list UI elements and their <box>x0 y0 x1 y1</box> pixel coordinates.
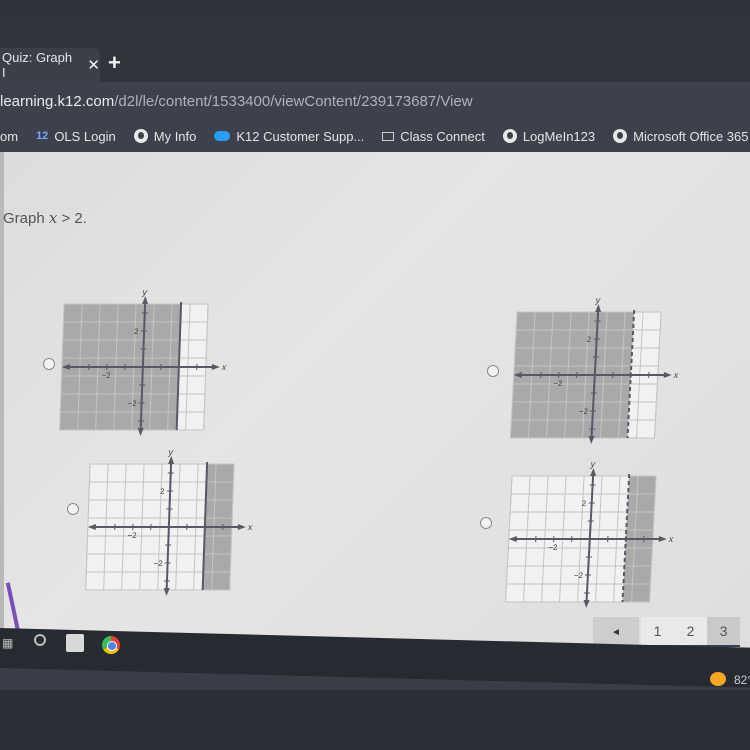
bookmark-ols-login[interactable]: 12 OLS Login <box>36 129 116 144</box>
previous-page-button[interactable]: ◄ <box>593 617 639 647</box>
monitor-bezel <box>0 690 750 750</box>
x-axis-label: x <box>221 362 227 372</box>
y-axis-arrow-down <box>588 436 595 444</box>
option-a-graph[interactable]: x y −2 2 −2 <box>55 290 232 436</box>
weather-icon[interactable] <box>710 672 726 686</box>
inequality-graph-svg: xy−22−2 <box>509 298 680 444</box>
x-tick-label: −2 <box>553 379 563 388</box>
y-tick-label: −2 <box>574 571 584 580</box>
option-d-radio[interactable] <box>480 517 492 529</box>
new-tab-button[interactable]: + <box>108 50 121 76</box>
x-axis-arrow <box>658 536 667 542</box>
y-axis-arrow-down <box>137 428 144 436</box>
bookmark-microsoft-office-365[interactable]: Microsoft Office 365 <box>613 129 748 144</box>
x-tick-label: −2 <box>101 371 111 380</box>
chrome-icon[interactable] <box>102 636 120 654</box>
bookmark-home[interactable]: om <box>0 129 18 144</box>
cloud-icon <box>214 131 231 141</box>
option-d-graph[interactable]: x y −2 2 −2 <box>501 462 681 608</box>
option-b-graph[interactable]: x y −2 2 −2 <box>506 298 686 444</box>
y-tick-label: −2 <box>127 399 137 408</box>
x-tick-label: −2 <box>127 531 137 540</box>
bookmark-label: My Info <box>153 128 197 144</box>
option-a-radio[interactable] <box>43 358 55 370</box>
address-bar[interactable]: learning.k12.com/d2l/le/content/1533400/… <box>0 82 750 120</box>
y-axis-label: y <box>594 298 601 305</box>
windows-start-icon[interactable]: ▦ <box>2 636 13 650</box>
camera-icon <box>382 131 395 141</box>
bookmark-label: LogMeIn123 <box>522 128 596 144</box>
bookmark-label: OLS Login <box>54 128 116 144</box>
y-axis-arrow <box>168 456 175 464</box>
search-icon[interactable] <box>34 634 46 646</box>
bookmark-label: om <box>0 128 19 144</box>
bookmark-my-info[interactable]: My Info <box>133 128 197 144</box>
bookmark-label: Microsoft Office 365 <box>633 128 749 144</box>
globe-icon <box>613 129 628 143</box>
tab-title: Quiz: Graph I <box>2 50 73 80</box>
screen: Quiz: Graph I ✕ + learning.k12.com/d2l/l… <box>0 0 750 750</box>
option-c-graph[interactable]: x y −2 2 −2 <box>81 450 258 596</box>
url-host: learning.k12.com <box>0 92 115 110</box>
bookmark-k12-customer-support[interactable]: K12 Customer Supp... <box>214 129 364 144</box>
question-pager: ◄ 1 2 3 <box>593 617 740 647</box>
page-3-button[interactable]: 3 <box>707 617 740 645</box>
y-axis-arrow <box>595 304 602 312</box>
x-axis-label: x <box>668 534 675 544</box>
weather-temperature: 82° <box>734 673 750 687</box>
quiz-page: Graph x > 2. x y −2 2 −2 x y −2 2 −2 x y −2 2 −2 x y −… <box>0 152 750 652</box>
url-path: /d2l/le/content/1533400/viewContent/2391… <box>114 92 473 110</box>
globe-icon <box>133 129 148 143</box>
y-axis-arrow <box>590 468 597 476</box>
page-list: 1 2 3 <box>641 617 740 647</box>
bookmark-logmein123[interactable]: LogMeIn123 <box>502 128 596 144</box>
option-b-radio[interactable] <box>487 365 499 377</box>
bookmark-class-connect[interactable]: Class Connect <box>382 129 485 144</box>
browser-tab[interactable]: Quiz: Graph I ✕ <box>0 48 100 82</box>
y-tick-label: −2 <box>579 407 589 416</box>
bookmark-label: K12 Customer Supp... <box>236 128 365 144</box>
option-c-radio[interactable] <box>67 503 79 515</box>
question-text: Graph x > 2. <box>3 209 87 227</box>
x-axis-label: x <box>673 370 680 380</box>
question-prefix: Graph <box>3 210 49 227</box>
left-nav-edge <box>0 152 4 652</box>
inequality-graph-svg: xy−22−2 <box>59 290 227 436</box>
x-axis-arrow <box>663 372 672 378</box>
k12-icon: 12 <box>36 130 49 142</box>
y-axis-arrow-down <box>583 600 590 608</box>
x-tick-label: −2 <box>548 543 558 552</box>
y-axis-label: y <box>589 462 596 469</box>
x-axis-arrow <box>211 364 220 370</box>
y-axis-label: y <box>141 290 147 297</box>
bookmark-label: Class Connect <box>400 128 485 144</box>
y-tick-label: −2 <box>153 559 163 568</box>
y-axis-arrow <box>142 296 149 304</box>
x-axis-arrow <box>237 524 246 530</box>
page-2-button[interactable]: 2 <box>674 617 707 645</box>
y-axis-arrow-down <box>163 588 170 596</box>
inequality-graph-svg: xy−22−2 <box>85 450 253 596</box>
x-axis-label: x <box>247 522 253 532</box>
inequality-graph-svg: xy−22−2 <box>504 462 675 608</box>
globe-icon <box>502 129 517 143</box>
close-tab-icon[interactable]: ✕ <box>87 56 100 74</box>
question-inequality: > 2. <box>57 210 87 227</box>
y-axis-label: y <box>167 450 173 457</box>
bookmarks-bar: om 12 OLS Login My Info K12 Customer Supp… <box>0 120 750 152</box>
page-1-button[interactable]: 1 <box>641 617 674 645</box>
file-explorer-icon[interactable] <box>66 634 84 652</box>
